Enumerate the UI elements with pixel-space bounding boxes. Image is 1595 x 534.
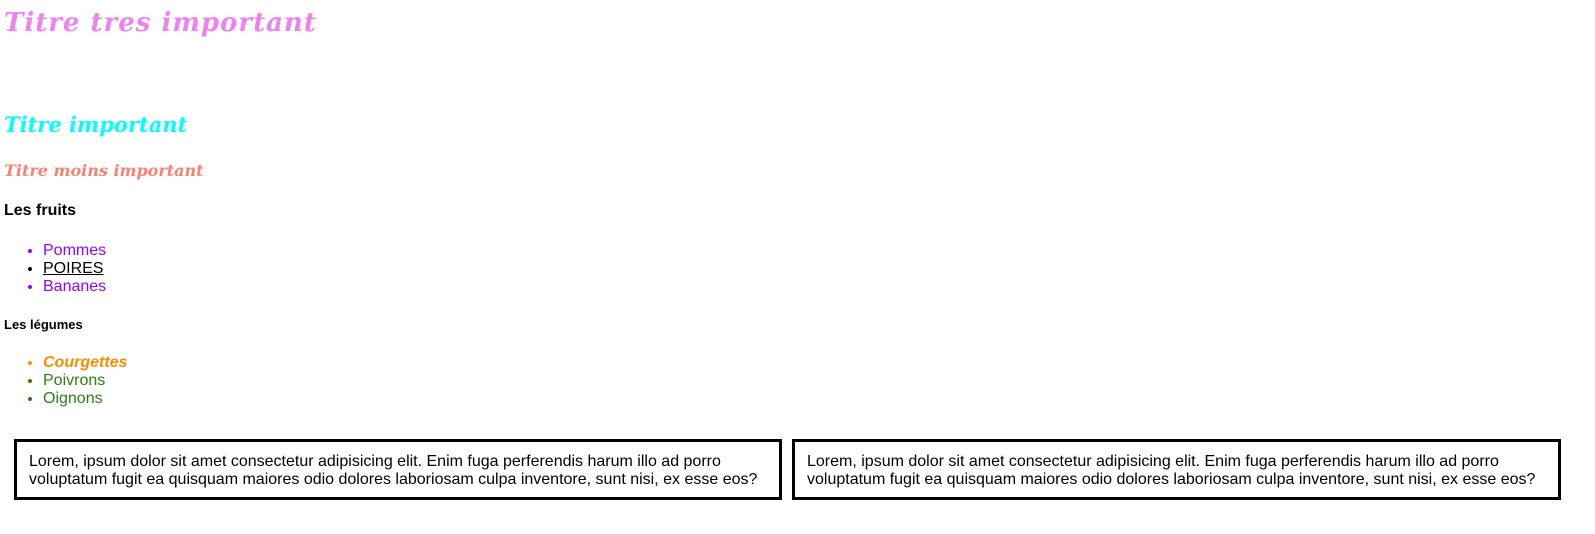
list-item-poivrons: Poivrons [43,372,127,390]
title-tres-important: Titre tres important [4,8,317,38]
fruits-heading: Les fruits [4,202,77,219]
list-item-poires[interactable]: POIRES [43,260,106,278]
list-item-courgettes: Courgettes [43,354,127,372]
lorem-box-right: Lorem, ipsum dolor sit amet consectetur … [792,439,1561,500]
title-moins-important: Titre moins important [4,161,204,180]
list-item-pommes: Pommes [43,242,106,260]
title-important: Titre important [4,112,188,137]
list-item-bananes: Bananes [43,278,106,296]
legumes-list: Courgettes Poivrons Oignons [0,354,127,408]
list-item-oignons: Oignons [43,390,127,408]
lorem-box-left: Lorem, ipsum dolor sit amet consectetur … [14,439,782,500]
fruits-list: Pommes POIRES Bananes [0,242,106,296]
legumes-heading: Les légumes [4,317,83,332]
